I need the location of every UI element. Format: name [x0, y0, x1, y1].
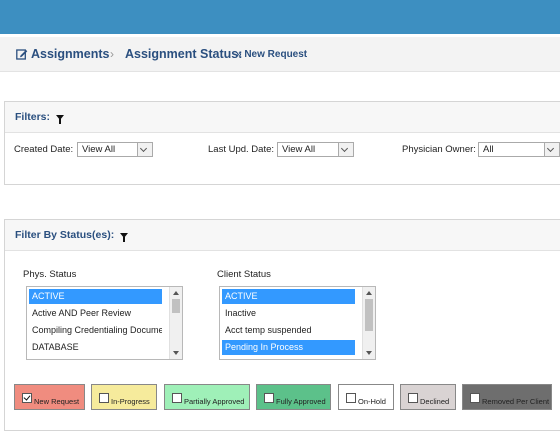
status-fully-approved[interactable]: Fully Approved — [256, 384, 331, 410]
chevron-down-icon — [544, 143, 559, 156]
created-date-select[interactable]: View All — [77, 142, 153, 157]
checkbox[interactable] — [22, 393, 32, 403]
breadcrumb-status-label: Assignment Status: — [125, 47, 243, 61]
physician-owner-select[interactable]: All — [478, 142, 560, 157]
status-label: Declined — [420, 397, 450, 406]
status-filter-title-text: Filter By Status(es): — [15, 229, 115, 241]
breadcrumb-assignments-link[interactable]: Assignments — [31, 47, 110, 61]
checkbox[interactable] — [470, 393, 480, 403]
filters-title: Filters: — [15, 111, 64, 124]
status-in-progress[interactable]: In-Progress — [91, 384, 157, 410]
created-date-label: Created Date: — [14, 144, 74, 155]
scroll-up-icon[interactable] — [173, 291, 179, 295]
status-removed-per-client[interactable]: Removed Per Client — [462, 384, 552, 410]
status-label: Removed Per Client — [482, 397, 550, 406]
scroll-up-icon[interactable] — [366, 291, 372, 295]
phys-status-label: Phys. Status — [23, 269, 77, 280]
status-filter-title: Filter By Status(es): — [15, 229, 129, 242]
status-new-request[interactable]: New Request — [14, 384, 85, 410]
phys-status-option[interactable]: Active AND Peer Review — [29, 306, 162, 321]
status-label: In-Progress — [111, 397, 150, 406]
filter-icon — [120, 233, 129, 242]
phys-status-listbox[interactable]: ACTIVE Active AND Peer Review Compiling … — [26, 286, 183, 360]
status-filter-panel-header: Filter By Status(es): — [5, 220, 560, 251]
checkbox[interactable] — [264, 393, 274, 403]
phys-status-scroll-thumb[interactable] — [172, 299, 180, 313]
filters-title-text: Filters: — [15, 111, 51, 123]
phys-status-option[interactable]: Compiling Credentialing Documen — [29, 323, 162, 338]
phys-status-option[interactable]: ACTIVE — [29, 289, 162, 304]
checkbox[interactable] — [172, 393, 182, 403]
filters-panel-header: Filters: — [5, 102, 560, 133]
checkbox[interactable] — [346, 393, 356, 403]
client-status-label: Client Status — [217, 269, 271, 280]
client-status-option[interactable]: Inactive — [222, 306, 355, 321]
last-upd-date-label: Last Upd. Date: — [208, 144, 275, 155]
chevron-down-icon — [137, 143, 152, 156]
phys-status-option[interactable]: DATABASE — [29, 340, 162, 355]
last-upd-date-select[interactable]: View All — [277, 142, 354, 157]
status-label: On-Hold — [358, 397, 386, 406]
chevron-down-icon — [338, 143, 353, 156]
created-date-value: View All — [82, 144, 116, 155]
edit-icon — [16, 49, 28, 60]
client-status-option[interactable]: Pending In Process — [222, 340, 355, 355]
status-partially-approved[interactable]: Partially Approved — [164, 384, 250, 410]
client-status-scrollbar[interactable] — [362, 287, 375, 359]
scroll-down-icon[interactable] — [366, 351, 372, 355]
last-upd-date-value: View All — [282, 144, 316, 155]
client-status-option[interactable]: ACTIVE — [222, 289, 355, 304]
breadcrumb-current-page: » New Request — [236, 49, 308, 60]
top-header-bar — [0, 0, 560, 34]
checkbox[interactable] — [408, 393, 418, 403]
client-status-option[interactable]: Acct temp suspended — [222, 323, 355, 338]
checkbox[interactable] — [99, 393, 109, 403]
client-status-listbox[interactable]: ACTIVE Inactive Acct temp suspended Pend… — [219, 286, 376, 360]
status-label: New Request — [34, 397, 80, 406]
filter-icon — [55, 115, 64, 124]
scroll-down-icon[interactable] — [173, 351, 179, 355]
status-declined[interactable]: Declined — [400, 384, 456, 410]
client-status-scroll-thumb[interactable] — [365, 299, 373, 331]
status-label: Partially Approved — [184, 397, 245, 406]
status-label: Fully Approved — [276, 397, 326, 406]
breadcrumb-separator: › — [110, 47, 114, 61]
phys-status-scrollbar[interactable] — [169, 287, 182, 359]
status-on-hold[interactable]: On-Hold — [338, 384, 394, 410]
physician-owner-label: Physician Owner: — [402, 144, 476, 155]
physician-owner-value: All — [483, 144, 494, 155]
breadcrumb: Assignments › Assignment Status: » New R… — [0, 37, 560, 72]
